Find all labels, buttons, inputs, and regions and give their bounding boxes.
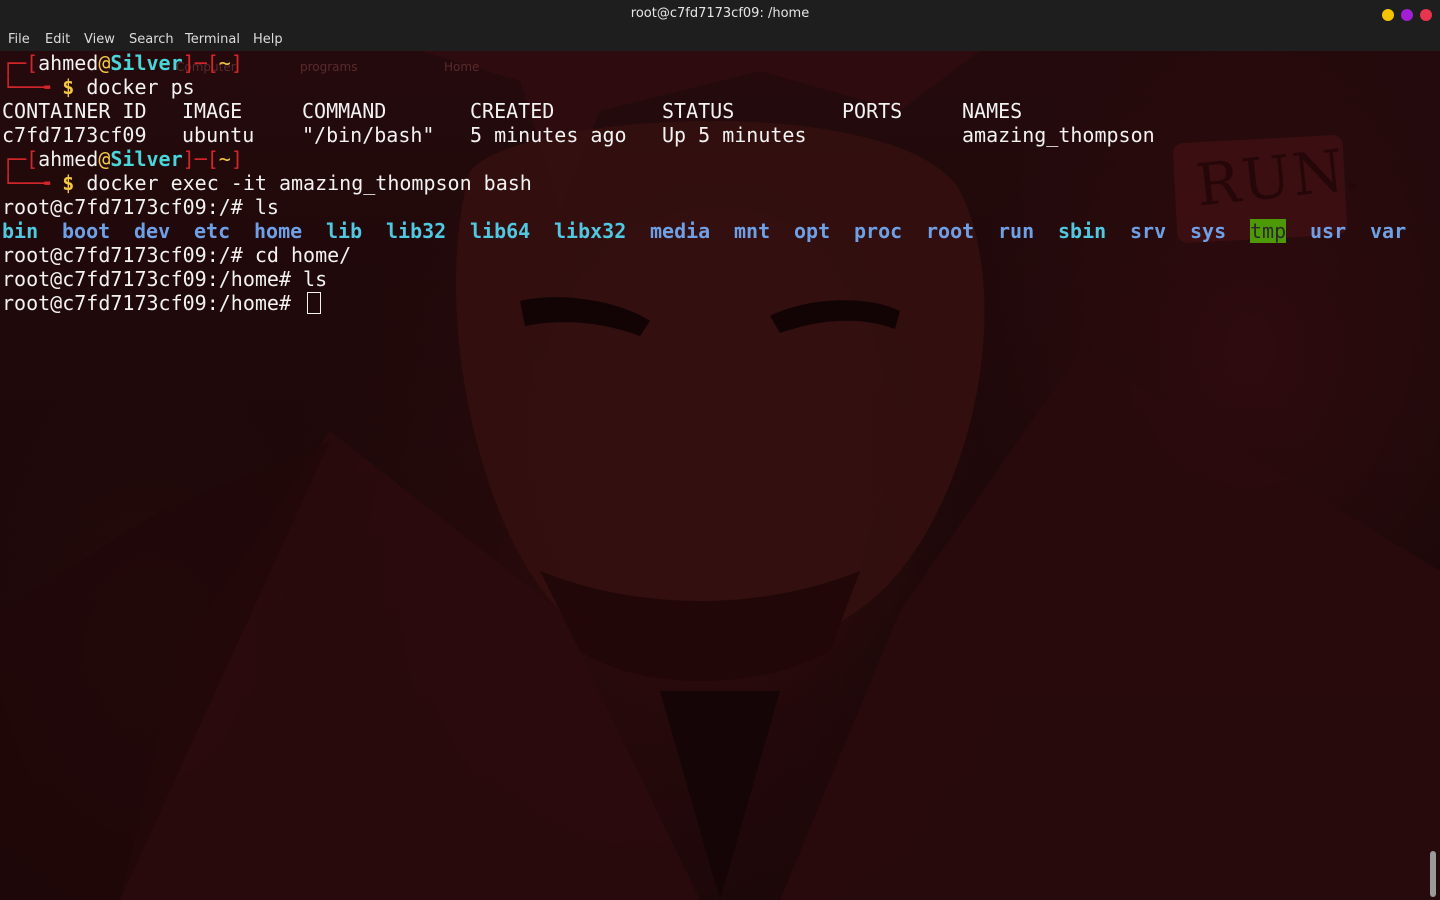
ls-entry: libx32 bbox=[554, 219, 627, 243]
menu-help[interactable]: Help bbox=[253, 32, 283, 47]
table-cell: amazing_thompson bbox=[962, 123, 1155, 147]
column-header: COMMAND bbox=[302, 99, 387, 123]
prompt-bracket: ┌─[ bbox=[2, 147, 39, 171]
prompt-bracket: ]─[ bbox=[182, 51, 219, 75]
ls-entry: tmp bbox=[1250, 219, 1287, 243]
prompt-bracket: ┌─[ bbox=[2, 51, 39, 75]
ls-entry: root bbox=[926, 219, 975, 243]
menu-file[interactable]: File bbox=[8, 32, 30, 47]
column-header: PORTS bbox=[842, 99, 903, 123]
column-header: CREATED bbox=[470, 99, 555, 123]
ls-entry: boot bbox=[62, 219, 111, 243]
prompt-host: Silver bbox=[110, 147, 183, 171]
prompt-host: Silver bbox=[110, 51, 183, 75]
ls-entry: mnt bbox=[734, 219, 771, 243]
prompt-dollar: $ bbox=[62, 171, 75, 195]
wallpaper-label-programs: programs bbox=[300, 60, 358, 74]
menu-search[interactable]: Search bbox=[129, 32, 174, 47]
ls-entry: home bbox=[254, 219, 303, 243]
prompt-user: ahmed bbox=[38, 51, 99, 75]
ls-entry: sys bbox=[1190, 219, 1227, 243]
menu-view[interactable]: View bbox=[84, 32, 115, 47]
prompt-dir: ~ bbox=[218, 147, 231, 171]
column-header: CONTAINER ID bbox=[2, 99, 147, 123]
prompt-arrow: └──╼ bbox=[2, 171, 51, 195]
minimize-button[interactable] bbox=[1382, 9, 1394, 21]
terminal-window: root@c7fd7173cf09: /home File Edit View … bbox=[0, 0, 1440, 900]
prompt-user: ahmed bbox=[38, 147, 99, 171]
table-cell: Up 5 minutes bbox=[662, 123, 807, 147]
ls-entry: lib32 bbox=[386, 219, 447, 243]
ls-entry: proc bbox=[854, 219, 903, 243]
close-button[interactable] bbox=[1420, 9, 1432, 21]
ls-output: bin boot dev etc home lib lib32 lib64 li… bbox=[2, 219, 1422, 243]
wallpaper-label-home: Home bbox=[444, 60, 480, 74]
prompt-bracket: ] bbox=[230, 51, 243, 75]
ls-entry: lib bbox=[326, 219, 363, 243]
prompt-bracket: ]─[ bbox=[182, 147, 219, 171]
title-bar[interactable]: root@c7fd7173cf09: /home bbox=[0, 0, 1440, 28]
table-cell: "/bin/bash" bbox=[302, 123, 435, 147]
ls-entry: lib64 bbox=[470, 219, 531, 243]
prompt-dir: ~ bbox=[218, 51, 231, 75]
command-text: docker ps bbox=[86, 75, 195, 99]
ls-entry: run bbox=[998, 219, 1035, 243]
prompt-bracket: ] bbox=[230, 147, 243, 171]
prompt-arrow: └──╼ bbox=[2, 75, 51, 99]
shell-line: root@c7fd7173cf09:/home# ls bbox=[2, 267, 328, 291]
ls-entry: media bbox=[650, 219, 711, 243]
column-header: STATUS bbox=[662, 99, 735, 123]
prompt-dollar: $ bbox=[62, 75, 75, 99]
ls-entry: etc bbox=[194, 219, 231, 243]
prompt-at: @ bbox=[98, 147, 111, 171]
ls-entry: opt bbox=[794, 219, 831, 243]
scrollbar[interactable] bbox=[1430, 851, 1436, 897]
shell-line: root@c7fd7173cf09:/# cd home/ bbox=[2, 243, 352, 267]
prompt-top-line: ┌─[ahmed@Silver]─[~] bbox=[2, 147, 243, 171]
prompt-at: @ bbox=[98, 51, 111, 75]
terminal-output[interactable]: Computer programs Home RUN. ┌─[ahmed@Sil… bbox=[0, 51, 1440, 900]
shell-prompt-line[interactable]: root@c7fd7173cf09:/home# bbox=[2, 291, 322, 315]
command-line: └──╼ $ docker exec -it amazing_thompson … bbox=[2, 171, 532, 195]
column-header: NAMES bbox=[962, 99, 1023, 123]
shell-line: root@c7fd7173cf09:/# ls bbox=[2, 195, 279, 219]
menu-bar: File Edit View Search Terminal Help bbox=[0, 28, 1440, 51]
command-text: docker exec -it amazing_thompson bash bbox=[86, 171, 532, 195]
docker-ps-row: c7fd7173cf09 ubuntu "/bin/bash" 5 minute… bbox=[2, 123, 1402, 147]
ls-entry: var bbox=[1370, 219, 1407, 243]
command-line: └──╼ $ docker ps bbox=[2, 75, 195, 99]
menu-edit[interactable]: Edit bbox=[45, 32, 70, 47]
ls-entry: usr bbox=[1310, 219, 1347, 243]
ls-entry: srv bbox=[1130, 219, 1167, 243]
text-cursor bbox=[307, 292, 322, 314]
table-cell: ubuntu bbox=[182, 123, 255, 147]
ls-entry: sbin bbox=[1058, 219, 1107, 243]
column-header: IMAGE bbox=[182, 99, 243, 123]
menu-terminal[interactable]: Terminal bbox=[185, 32, 240, 47]
window-title: root@c7fd7173cf09: /home bbox=[630, 6, 810, 21]
maximize-button[interactable] bbox=[1401, 9, 1413, 21]
table-cell: c7fd7173cf09 bbox=[2, 123, 147, 147]
prompt-top-line: ┌─[ahmed@Silver]─[~] bbox=[2, 51, 243, 75]
table-cell: 5 minutes ago bbox=[470, 123, 627, 147]
ls-entry: bin bbox=[2, 219, 39, 243]
shell-prompt: root@c7fd7173cf09:/home# bbox=[2, 291, 304, 315]
docker-ps-header: CONTAINER ID IMAGE COMMAND CREATED STATU… bbox=[2, 99, 1402, 123]
ls-entry: dev bbox=[134, 219, 171, 243]
